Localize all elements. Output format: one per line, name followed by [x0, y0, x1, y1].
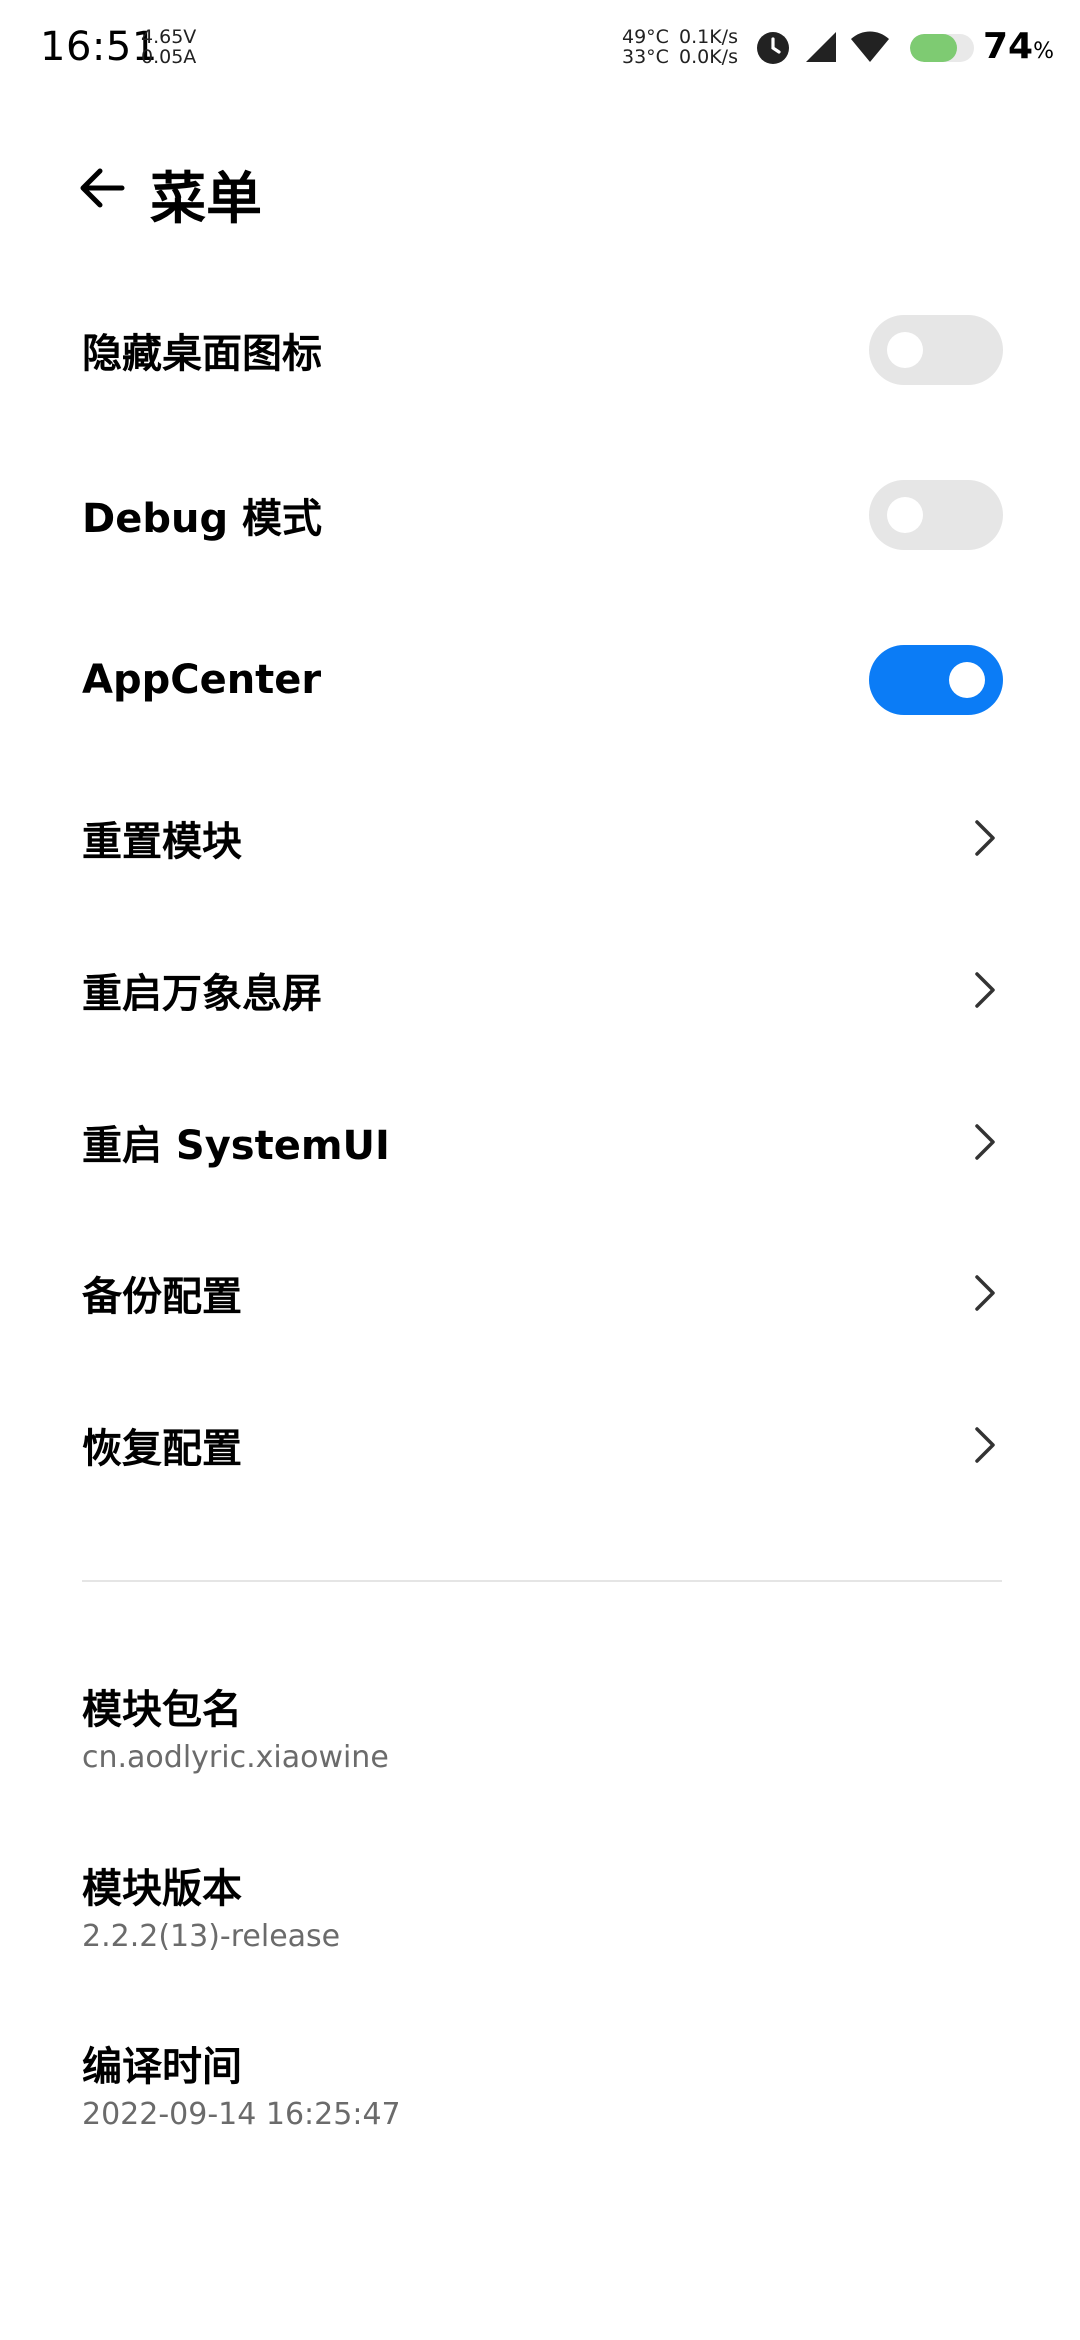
info-title: 模块版本	[82, 1866, 242, 1912]
info-value: cn.aodlyric.xiaowine	[82, 1740, 389, 1775]
battery-level-fill	[910, 34, 958, 62]
setting-label: 重启万象息屏	[82, 971, 322, 1017]
info-title: 模块包名	[82, 1687, 242, 1733]
temp1-text: 49°C	[622, 26, 669, 48]
setting-label: 恢复配置	[82, 1426, 242, 1472]
wifi-icon	[851, 31, 889, 62]
hide-icon-toggle[interactable]	[869, 315, 1003, 385]
setting-row-restart-systemui[interactable]: 重启 SystemUI	[0, 1082, 1080, 1202]
setting-row-hide-icon[interactable]: 隐藏桌面图标	[0, 290, 1080, 410]
info-package: 模块包名 cn.aodlyric.xiaowine	[82, 1685, 982, 1779]
temp2-text: 33°C	[622, 46, 669, 68]
page-title: 菜单	[150, 167, 262, 232]
toggle-knob	[887, 497, 923, 533]
app-center-toggle[interactable]	[869, 645, 1003, 715]
app-header: 菜单	[0, 140, 1080, 240]
temperature-readout: 49°C 33°C	[622, 27, 669, 67]
toggle-knob	[887, 332, 923, 368]
info-title: 编译时间	[82, 2044, 242, 2090]
cell-signal-icon	[806, 32, 836, 62]
setting-label: 备份配置	[82, 1274, 242, 1320]
setting-row-restore-config[interactable]: 恢复配置	[0, 1385, 1080, 1505]
info-version: 模块版本 2.2.2(13)-release	[82, 1864, 982, 1958]
speed-down-text: 0.0K/s	[679, 46, 738, 68]
battery-percent-unit: %	[1033, 39, 1055, 64]
setting-label: 重启 SystemUI	[82, 1123, 390, 1169]
power-readout: 4.65V 0.05A	[141, 27, 196, 67]
setting-row-app-center[interactable]: AppCenter	[0, 620, 1080, 740]
chevron-right-icon	[975, 972, 995, 1008]
info-value: 2022-09-14 16:25:47	[82, 2097, 401, 2132]
setting-row-restart-aod[interactable]: 重启万象息屏	[0, 930, 1080, 1050]
back-arrow-icon[interactable]	[74, 160, 130, 216]
battery-percent-value: 74	[983, 26, 1034, 67]
setting-label: Debug 模式	[82, 496, 322, 542]
setting-label: 重置模块	[82, 819, 242, 865]
status-bar: 16:51 4.65V 0.05A 49°C 33°C 0.1K/s 0.0K/…	[0, 0, 1080, 96]
current-text: 0.05A	[141, 46, 197, 68]
speed-up-text: 0.1K/s	[679, 26, 738, 48]
chevron-right-icon	[975, 1124, 995, 1160]
network-speed-readout: 0.1K/s 0.0K/s	[679, 27, 738, 67]
info-value: 2.2.2(13)-release	[82, 1919, 341, 1954]
info-build-time: 编译时间 2022-09-14 16:25:47	[82, 2042, 982, 2136]
chevron-right-icon	[975, 820, 995, 856]
debug-mode-toggle[interactable]	[869, 480, 1003, 550]
chevron-right-icon	[975, 1427, 995, 1463]
chevron-right-icon	[975, 1275, 995, 1311]
battery-percent: 74%	[983, 26, 1054, 67]
setting-row-backup-config[interactable]: 备份配置	[0, 1233, 1080, 1353]
setting-row-reset-module[interactable]: 重置模块	[0, 778, 1080, 898]
section-divider	[82, 1580, 1002, 1582]
alarm-icon	[757, 32, 789, 64]
toggle-knob	[949, 662, 985, 698]
voltage-text: 4.65V	[141, 26, 197, 48]
battery-icon	[910, 34, 974, 62]
setting-label: AppCenter	[82, 657, 322, 703]
setting-label: 隐藏桌面图标	[82, 331, 322, 377]
setting-row-debug-mode[interactable]: Debug 模式	[0, 455, 1080, 575]
